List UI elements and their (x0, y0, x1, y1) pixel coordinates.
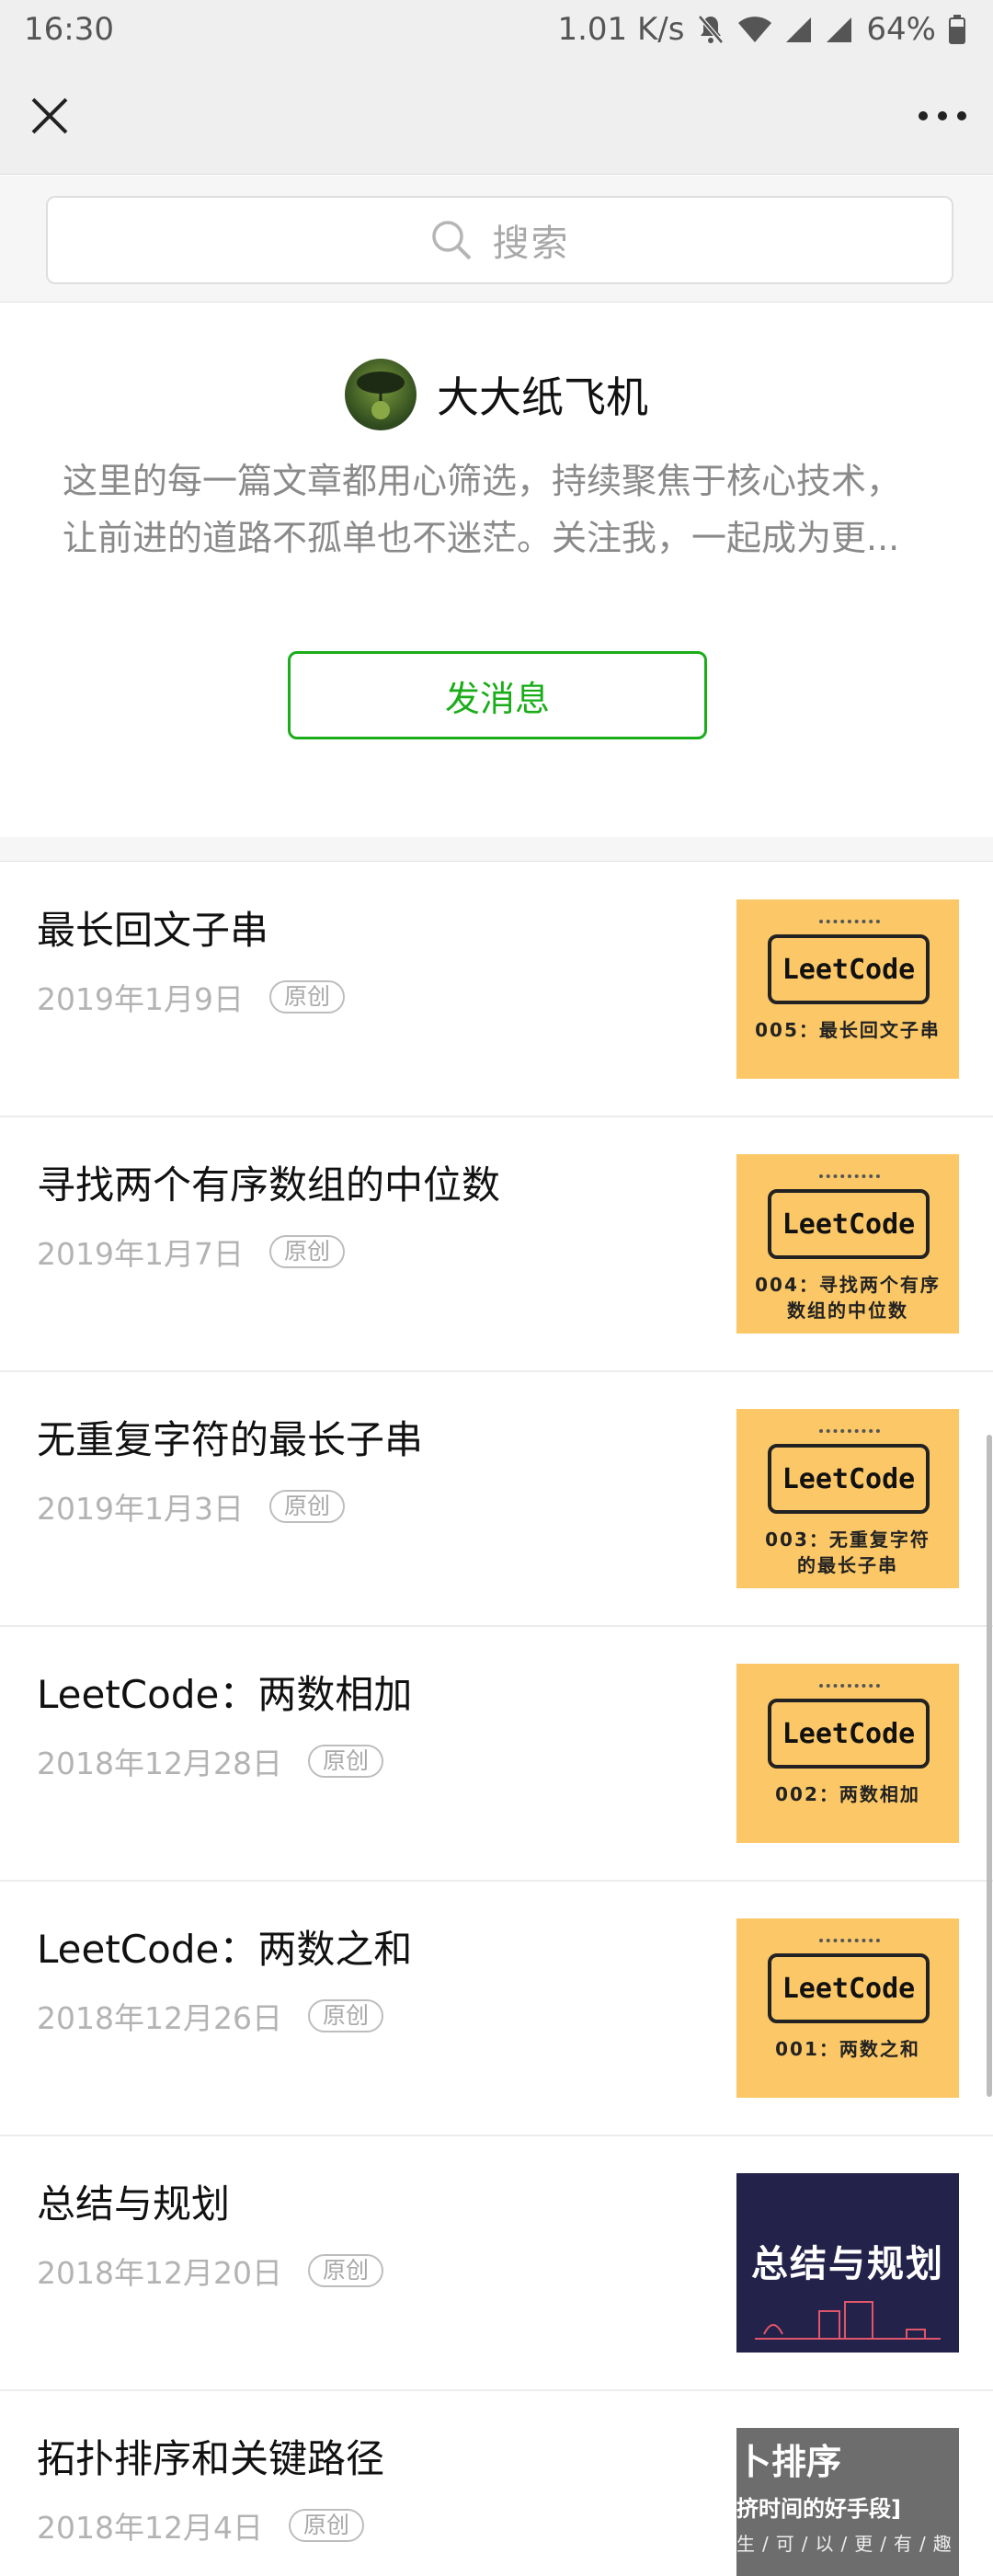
thumbnail-caption-line1: 005：最长回文子串 (755, 1019, 941, 1041)
article-title: 最长回文子串 (37, 908, 269, 953)
thumbnail-logo: LeetCode (768, 1953, 930, 2023)
profile-description: 这里的每一篇文章都用心筛选，持续聚焦于核心技术， 让前进的道路不孤单也不迷茫。关… (63, 452, 930, 567)
thumbnail-logo: LeetCode (768, 1444, 930, 1514)
list-item[interactable]: 最长回文子串 2019年1月9日 原创 LeetCode 005：最长回文子串 (0, 863, 993, 1117)
thumbnail-caption: 005：最长回文子串 (744, 1017, 952, 1043)
search-placeholder: 搜索 (492, 223, 570, 265)
thumbnail-caption: 002：两数相加 (744, 1781, 952, 1807)
more-button[interactable] (910, 88, 975, 143)
article-date: 2019年1月7日 (37, 1236, 244, 1272)
list-item[interactable]: 总结与规划 2018年12月20日 原创 总结与规划 (0, 2136, 993, 2391)
status-bar: 16:30 1.01 K/s 64% (0, 0, 993, 61)
signal-icon (785, 16, 813, 43)
thumbnail-logo: LeetCode (768, 1699, 930, 1769)
profile-description-line2: 让前进的道路不孤单也不迷茫。关注我，一起成为更... (63, 518, 900, 558)
thumbnail-subtitle: 挤时间的好手段] (736, 2496, 901, 2522)
profile-name: 大大纸飞机 (437, 372, 648, 422)
article-thumbnail: LeetCode 003：无重复字符 的最长子串 (736, 1409, 959, 1588)
decoration-icon (755, 2301, 941, 2340)
more-icon (919, 111, 966, 120)
decoration-icon (819, 1939, 880, 1952)
close-icon (31, 97, 68, 134)
article-thumbnail: LeetCode 002：两数相加 (736, 1664, 959, 1843)
article-title: 寻找两个有序数组的中位数 (37, 1162, 501, 1208)
send-message-button[interactable]: 发消息 (288, 651, 707, 739)
status-indicators: 1.01 K/s 64% (557, 11, 965, 48)
battery-level: 64% (866, 11, 936, 48)
nav-bar (0, 61, 993, 175)
thumbnail-caption: 001：两数之和 (744, 2036, 952, 2062)
article-meta: 2018年12月26日 原创 (37, 1994, 383, 2038)
list-item[interactable]: 拓扑排序和关键路径 2018年12月4日 原创 卜排序 挤时间的好手段] 生/可… (0, 2391, 993, 2576)
article-date: 2018年12月4日 (37, 2510, 263, 2546)
article-thumbnail: LeetCode 001：两数之和 (736, 1918, 959, 2098)
status-time: 16:30 (24, 11, 114, 48)
article-title: 总结与规划 (37, 2181, 231, 2227)
profile-description-line1: 这里的每一篇文章都用心筛选，持续聚焦于核心技术， (63, 461, 902, 501)
original-badge: 原创 (307, 2254, 383, 2287)
scrollbar[interactable] (987, 1435, 992, 2097)
article-date: 2018年12月26日 (37, 2000, 282, 2036)
thumbnail-caption-line2: 数组的中位数 (787, 1299, 908, 1322)
article-meta: 2019年1月9日 原创 (37, 975, 345, 1019)
article-date: 2019年1月3日 (37, 1491, 244, 1527)
thumbnail-tagline: 生/可/以/更/有/趣 (736, 2533, 959, 2555)
article-thumbnail: 总结与规划 (736, 2173, 959, 2353)
list-item[interactable]: 无重复字符的最长子串 2019年1月3日 原创 LeetCode 003：无重复… (0, 1372, 993, 1627)
original-badge: 原创 (268, 1235, 345, 1268)
thumbnail-caption-line2: 的最长子串 (797, 1554, 898, 1576)
article-meta: 2019年1月7日 原创 (37, 1230, 345, 1274)
section-divider (0, 837, 993, 862)
list-item[interactable]: LeetCode：两数相加 2018年12月28日 原创 LeetCode 00… (0, 1627, 993, 1882)
decoration-icon (819, 1684, 880, 1697)
article-meta: 2018年12月28日 原创 (37, 1739, 383, 1783)
search-icon (431, 221, 471, 260)
thumbnail-caption: 004：寻找两个有序 数组的中位数 (744, 1272, 952, 1323)
battery-icon (949, 15, 965, 44)
decoration-icon (819, 1174, 880, 1187)
search-input[interactable]: 搜索 (46, 196, 953, 284)
article-thumbnail: LeetCode 005：最长回文子串 (736, 899, 959, 1079)
original-badge: 原创 (268, 1490, 345, 1523)
original-badge: 原创 (307, 1999, 383, 2032)
close-button[interactable] (22, 88, 77, 143)
article-title: LeetCode：两数之和 (37, 1927, 413, 1972)
article-title: 拓扑排序和关键路径 (37, 2436, 385, 2481)
original-badge: 原创 (307, 1745, 383, 1778)
thumbnail-logo: LeetCode (768, 934, 930, 1004)
article-date: 2018年12月28日 (37, 1746, 282, 1781)
thumbnail-title: 卜排序 (736, 2442, 842, 2482)
thumbnail-caption: 003：无重复字符 的最长子串 (744, 1527, 952, 1578)
article-list: 最长回文子串 2019年1月9日 原创 LeetCode 005：最长回文子串 … (0, 863, 993, 2576)
search-area: 搜索 (0, 176, 993, 303)
network-speed: 1.01 K/s (557, 11, 685, 48)
original-badge: 原创 (268, 980, 345, 1013)
thumbnail-caption-line1: 003：无重复字符 (765, 1528, 930, 1551)
article-date: 2019年1月9日 (37, 981, 244, 1017)
thumbnail-caption-line1: 002：两数相加 (775, 1783, 920, 1805)
article-thumbnail: 卜排序 挤时间的好手段] 生/可/以/更/有/趣 (736, 2428, 959, 2576)
article-thumbnail: LeetCode 004：寻找两个有序 数组的中位数 (736, 1154, 959, 1334)
original-badge: 原创 (288, 2509, 364, 2542)
profile-header: 大大纸飞机 (0, 359, 993, 430)
thumbnail-logo: LeetCode (768, 1189, 930, 1259)
wifi-icon (737, 16, 772, 43)
list-item[interactable]: 寻找两个有序数组的中位数 2019年1月7日 原创 LeetCode 004：寻… (0, 1117, 993, 1372)
thumbnail-caption-line1: 001：两数之和 (775, 2038, 920, 2060)
avatar[interactable] (345, 359, 417, 430)
article-meta: 2018年12月20日 原创 (37, 2249, 383, 2293)
decoration-icon (819, 920, 880, 933)
article-meta: 2019年1月3日 原创 (37, 1484, 345, 1528)
article-title: LeetCode：两数相加 (37, 1672, 413, 1717)
mute-icon (697, 14, 725, 45)
list-item[interactable]: LeetCode：两数之和 2018年12月26日 原创 LeetCode 00… (0, 1882, 993, 2136)
article-title: 无重复字符的最长子串 (37, 1417, 424, 1462)
thumbnail-caption-line1: 004：寻找两个有序 (755, 1274, 941, 1296)
profile-card: 大大纸飞机 这里的每一篇文章都用心筛选，持续聚焦于核心技术， 让前进的道路不孤单… (0, 303, 993, 837)
signal-icon-2 (826, 16, 853, 43)
decoration-icon (819, 1429, 880, 1442)
article-date: 2018年12月20日 (37, 2255, 282, 2291)
article-meta: 2018年12月4日 原创 (37, 2503, 364, 2547)
